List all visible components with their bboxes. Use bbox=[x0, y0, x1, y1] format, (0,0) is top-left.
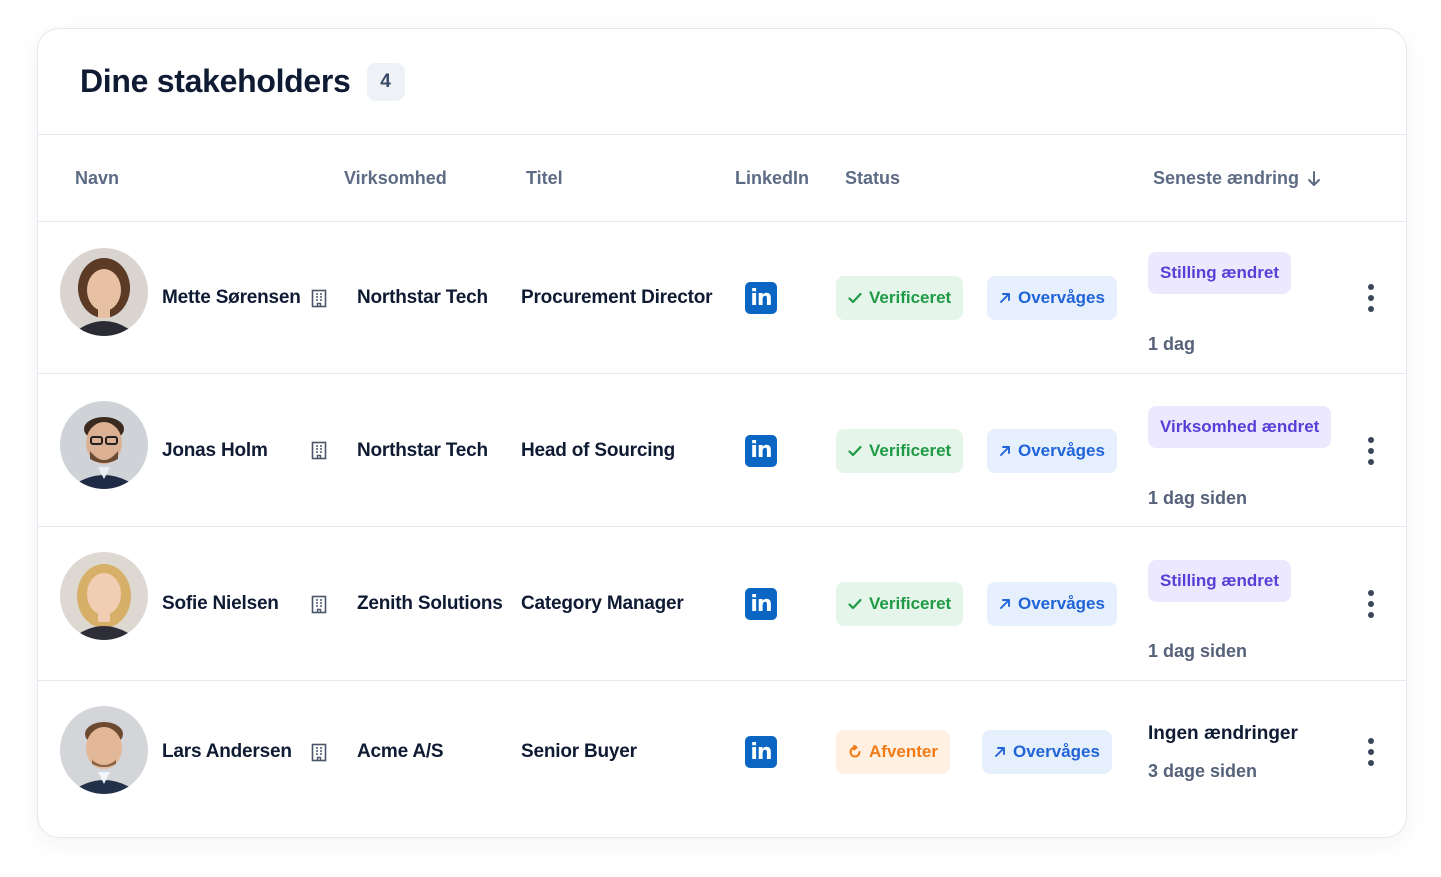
change-badge: Virksomhed ændret bbox=[1148, 406, 1332, 448]
arrow-up-right-icon bbox=[999, 598, 1011, 610]
monitor-label: Overvåges bbox=[1018, 288, 1105, 307]
job-title: Category Manager bbox=[521, 593, 684, 614]
company-name[interactable]: Northstar Tech bbox=[357, 440, 488, 462]
arrow-up-right-icon bbox=[999, 445, 1011, 457]
monitor-label: Overvåges bbox=[1018, 440, 1105, 460]
change-badge: Stilling ændret bbox=[1148, 560, 1291, 602]
check-icon bbox=[848, 292, 862, 304]
monitor-badge[interactable]: Overvåges bbox=[987, 428, 1117, 473]
more-options-icon[interactable] bbox=[1361, 280, 1381, 316]
job-title: Head of Sourcing bbox=[521, 439, 676, 461]
status-label: Verificeret bbox=[869, 288, 952, 307]
avatar bbox=[60, 706, 148, 794]
refresh-icon bbox=[848, 745, 862, 759]
check-icon bbox=[848, 445, 862, 457]
monitor-label: Overvåges bbox=[1018, 594, 1105, 613]
column-header-last-change[interactable]: Seneste ændring bbox=[1153, 135, 1321, 222]
contact-name[interactable]: Lars Andersen bbox=[162, 741, 292, 763]
table-row[interactable]: Mette Sørensen Northstar Tech Procuremen… bbox=[38, 222, 1406, 374]
status-badge: Verificeret bbox=[836, 582, 964, 626]
column-header-company[interactable]: Virksomhed bbox=[344, 135, 447, 222]
monitor-badge[interactable]: Overvåges bbox=[987, 582, 1117, 626]
change-text: Ingen ændringer bbox=[1148, 723, 1298, 744]
building-icon bbox=[310, 742, 328, 762]
column-header-last-change-label: Seneste ændring bbox=[1153, 168, 1300, 188]
contact-name[interactable]: Mette Sørensen bbox=[162, 287, 301, 309]
more-options-icon[interactable] bbox=[1361, 734, 1381, 770]
arrow-up-right-icon bbox=[999, 292, 1011, 304]
stakeholders-card: Dine stakeholders 4 Navn Virksomhed Tite… bbox=[37, 28, 1407, 838]
table-header: Navn Virksomhed Titel LinkedIn Status Se… bbox=[38, 135, 1406, 222]
job-title: Senior Buyer bbox=[521, 741, 637, 762]
column-header-linkedin[interactable]: LinkedIn bbox=[735, 135, 809, 222]
page-title: Dine stakeholders bbox=[80, 63, 351, 99]
change-time: 1 dag siden bbox=[1148, 641, 1248, 661]
company-name[interactable]: Northstar Tech bbox=[357, 287, 488, 309]
column-header-status[interactable]: Status bbox=[845, 135, 900, 222]
status-badge: Verificeret bbox=[836, 428, 964, 473]
contact-name[interactable]: Sofie Nielsen bbox=[162, 593, 279, 615]
arrow-up-right-icon bbox=[994, 746, 1006, 758]
count-badge: 4 bbox=[366, 62, 405, 101]
more-options-icon[interactable] bbox=[1361, 586, 1381, 622]
change-badge: Stilling ændret bbox=[1148, 252, 1291, 294]
avatar bbox=[60, 248, 148, 336]
company-name[interactable]: Acme A/S bbox=[357, 741, 444, 763]
building-icon bbox=[310, 288, 328, 308]
change-time: 1 dag siden bbox=[1148, 488, 1248, 508]
linkedin-icon[interactable]: in bbox=[745, 434, 777, 467]
status-label: Verificeret bbox=[869, 440, 952, 460]
table-row[interactable]: Jonas Holm Northstar Tech Head of Sourci… bbox=[38, 374, 1406, 527]
linkedin-icon[interactable]: in bbox=[745, 736, 777, 768]
linkedin-icon[interactable]: in bbox=[745, 282, 777, 314]
status-label: Afventer bbox=[869, 742, 938, 761]
card-header: Dine stakeholders 4 bbox=[38, 29, 1406, 135]
job-title: Procurement Director bbox=[521, 287, 713, 308]
sort-arrow-down-icon bbox=[1308, 170, 1321, 186]
avatar bbox=[60, 552, 148, 640]
linkedin-icon[interactable]: in bbox=[745, 588, 777, 620]
change-time: 1 dag bbox=[1148, 334, 1196, 354]
change-time: 3 dage siden bbox=[1148, 761, 1258, 781]
company-name[interactable]: Zenith Solutions bbox=[357, 593, 503, 615]
check-icon bbox=[848, 598, 862, 610]
building-icon bbox=[310, 594, 328, 614]
table-row[interactable]: Sofie Nielsen Zenith Solutions Category … bbox=[38, 527, 1406, 681]
status-badge: Verificeret bbox=[836, 276, 964, 320]
building-icon bbox=[310, 441, 328, 461]
avatar bbox=[60, 401, 148, 489]
monitor-badge[interactable]: Overvåges bbox=[987, 276, 1117, 320]
more-options-icon[interactable] bbox=[1361, 433, 1381, 469]
status-label: Verificeret bbox=[869, 594, 952, 613]
monitor-badge[interactable]: Overvåges bbox=[982, 730, 1112, 774]
contact-name[interactable]: Jonas Holm bbox=[162, 440, 268, 462]
column-header-name[interactable]: Navn bbox=[75, 135, 119, 222]
table-row[interactable]: Lars Andersen Acme A/S Senior Buyer in A… bbox=[38, 681, 1406, 837]
monitor-label: Overvåges bbox=[1013, 742, 1100, 761]
column-header-title[interactable]: Titel bbox=[526, 135, 563, 222]
status-badge: Afventer bbox=[836, 730, 950, 774]
